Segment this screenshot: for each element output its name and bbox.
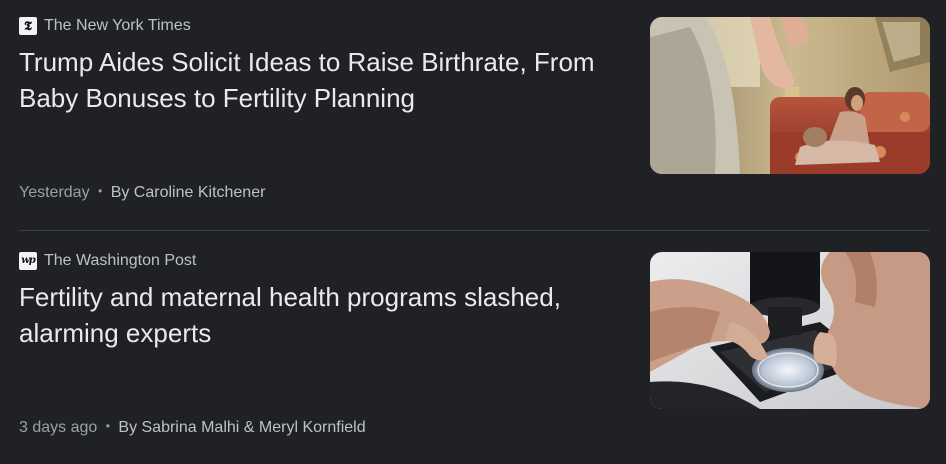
nyt-logo-icon: 𝕿 [19, 17, 37, 35]
article-headline[interactable]: Trump Aides Solicit Ideas to Raise Birth… [19, 44, 619, 116]
article-byline: By Caroline Kitchener [110, 184, 266, 201]
source-name: The New York Times [44, 17, 191, 34]
meta-separator: • [105, 419, 110, 433]
news-article-card[interactable]: 𝕿 The New York Times Trump Aides Solicit… [0, 0, 946, 229]
article-divider [19, 230, 930, 231]
article-headline[interactable]: Fertility and maternal health programs s… [19, 279, 619, 351]
meta-separator: • [98, 184, 103, 198]
article-source: 𝕿 The New York Times [19, 16, 191, 36]
article-byline: By Sabrina Malhi & Meryl Kornfield [118, 419, 366, 436]
article-meta: 3 days ago • By Sabrina Malhi & Meryl Ko… [19, 419, 366, 437]
washington-post-logo-icon: wp [19, 252, 37, 270]
article-meta: Yesterday • By Caroline Kitchener [19, 184, 265, 202]
family-photo-thumbnail[interactable] [650, 17, 930, 174]
news-feed: 𝕿 The New York Times Trump Aides Solicit… [0, 0, 946, 458]
lab-microscope-photo-thumbnail[interactable] [650, 252, 930, 409]
source-name: The Washington Post [44, 252, 197, 269]
article-source: wp The Washington Post [19, 251, 196, 271]
article-time: 3 days ago [19, 419, 98, 436]
article-time: Yesterday [19, 184, 90, 201]
news-article-card[interactable]: wp The Washington Post Fertility and mat… [0, 235, 946, 464]
